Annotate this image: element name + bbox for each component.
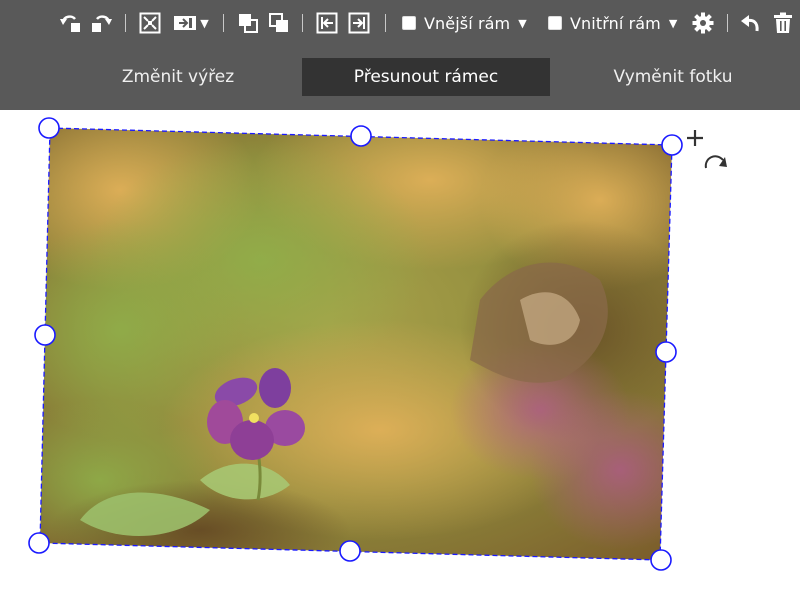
tab-label: Změnit výřez (121, 67, 235, 87)
align-dropdown-icon (174, 16, 197, 30)
resize-handle-right[interactable] (655, 341, 677, 363)
chevron-down-icon[interactable]: ▼ (669, 17, 677, 30)
outer-frame-checkbox[interactable] (402, 16, 416, 30)
rotate-left-button[interactable] (58, 10, 84, 36)
move-left-button[interactable] (314, 10, 340, 36)
bring-forward-button[interactable] (235, 10, 261, 36)
trash-icon (774, 12, 792, 33)
toolbar-separator (302, 14, 303, 32)
rotate-right-button[interactable] (88, 10, 114, 36)
tab-change-crop[interactable]: Změnit výřez (55, 58, 301, 96)
chevron-down-icon[interactable]: ▼ (518, 17, 526, 30)
chevron-down-icon: ▼ (200, 16, 209, 30)
delete-button[interactable] (770, 10, 796, 36)
rotate-right-icon (92, 15, 112, 32)
outer-frame-toggle[interactable]: Vnější rám ▼ (402, 10, 527, 36)
tab-move-frame[interactable]: Přesunout rámec (302, 58, 550, 96)
undo-button[interactable] (738, 10, 764, 36)
tab-label: Vyměnit fotku (613, 67, 733, 87)
inner-frame-checkbox[interactable] (548, 16, 562, 30)
move-right-button[interactable] (346, 10, 372, 36)
align-dropdown-button[interactable]: ▼ (170, 10, 212, 36)
bring-forward-icon (239, 14, 258, 33)
rotate-handle-icon[interactable] (704, 155, 727, 169)
resize-handle-top[interactable] (350, 125, 372, 147)
mode-tabs: Změnit výřez Přesunout rámec Vyměnit fot… (0, 48, 800, 110)
tab-replace-photo[interactable]: Vyměnit fotku (550, 58, 796, 96)
fit-icon (139, 12, 161, 34)
tab-label: Přesunout rámec (353, 67, 499, 87)
fit-button[interactable] (137, 10, 163, 36)
undo-icon (741, 15, 759, 32)
photo-stage (0, 110, 727, 580)
resize-handle-top-right[interactable] (661, 134, 683, 156)
resize-handle-bottom-right[interactable] (650, 549, 672, 571)
resize-handle-top-left[interactable] (38, 117, 60, 139)
gear-icon (692, 12, 714, 34)
inner-frame-label: Vnitřní rám (570, 13, 661, 33)
photo-image[interactable] (0, 110, 720, 580)
resize-handle-bottom[interactable] (339, 540, 361, 562)
rotate-left-icon (60, 15, 80, 32)
toolbar-separator (125, 14, 126, 32)
toolbar-separator (727, 14, 728, 32)
editor-canvas (0, 110, 800, 600)
outer-frame-label: Vnější rám (424, 13, 511, 33)
move-left-icon (316, 12, 338, 34)
toolbar: ▼ Vnější rám ▼ Vnitřní rám ▼ (0, 0, 800, 48)
send-backward-button[interactable] (266, 10, 292, 36)
toolbar-separator (223, 14, 224, 32)
move-plus-icon[interactable] (687, 130, 703, 146)
settings-button[interactable] (690, 10, 716, 36)
inner-frame-toggle[interactable]: Vnitřní rám ▼ (548, 10, 677, 36)
move-right-icon (348, 12, 370, 34)
resize-handle-bottom-left[interactable] (28, 532, 50, 554)
send-backward-icon (269, 13, 288, 32)
resize-handle-left[interactable] (34, 324, 56, 346)
toolbar-separator (385, 14, 386, 32)
